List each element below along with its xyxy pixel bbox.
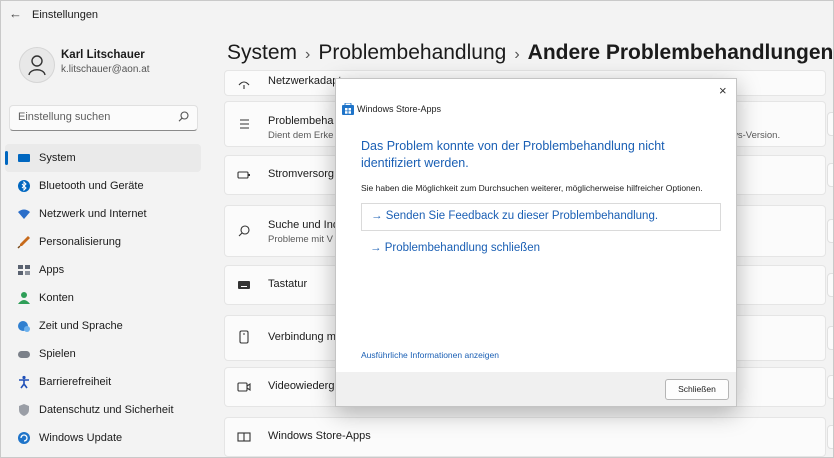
- troubleshooter-dialog: × Windows Store-Apps Das Problem konnte …: [335, 78, 737, 407]
- store-apps-icon: [237, 432, 251, 442]
- sidebar-item-label: Datenschutz und Sicherheit: [39, 404, 174, 416]
- card-title: Videowiederg: [268, 380, 335, 392]
- breadcrumb: System › Problembehandlung › Andere Problemb…: [227, 41, 833, 65]
- page-title: Andere Problembehandlungen: [527, 41, 834, 64]
- card-subtitle: Dient dem Erke: [268, 130, 334, 141]
- card-title: Suche und Ind: [268, 219, 339, 231]
- card-title: Verbindung m: [268, 331, 336, 343]
- dialog-close-button[interactable]: ×: [719, 83, 727, 98]
- keyboard-icon: [238, 281, 250, 289]
- settings-window: ← Einstellungen Karl Litschauer k.litsch…: [0, 0, 834, 458]
- close-button[interactable]: Schließen: [665, 379, 729, 400]
- sidebar-item-system[interactable]: System: [5, 144, 201, 172]
- sidebar-item-privacy[interactable]: Datenschutz und Sicherheit: [5, 396, 201, 424]
- run-button[interactable]: [827, 425, 833, 449]
- dialog-subtext: Sie haben die Möglichkeit zum Durchsuche…: [361, 183, 703, 193]
- close-troubleshooter-link[interactable]: → Problembehandlung schließen: [370, 242, 540, 254]
- run-button[interactable]: [827, 273, 833, 297]
- dialog-heading: Das Problem konnte von der Problembehand…: [361, 139, 665, 170]
- program-compat-icon: [240, 119, 249, 129]
- sidebar-item-gaming[interactable]: Spielen: [5, 340, 201, 368]
- gamepad-icon: [18, 351, 30, 358]
- bluetooth-icon: [18, 180, 30, 192]
- card-title: Tastatur: [268, 278, 308, 290]
- search-box[interactable]: Einstellung suchen: [9, 105, 198, 131]
- search-input[interactable]: Einstellung suchen: [18, 111, 110, 123]
- user-email: k.litschauer@aon.at: [61, 64, 150, 75]
- back-button[interactable]: ←: [9, 6, 22, 21]
- run-button[interactable]: [827, 112, 833, 136]
- shield-icon: [19, 404, 29, 416]
- sidebar-item-label: Spielen: [39, 348, 76, 360]
- breadcrumb-troubleshoot[interactable]: Problembehandlung: [318, 41, 506, 64]
- sidebar-item-label: Zeit und Sprache: [39, 320, 123, 332]
- network-adapter-icon: [238, 81, 250, 89]
- store-app-icon: [342, 103, 354, 115]
- run-button[interactable]: [827, 163, 833, 187]
- card-subtitle: Probleme mit V: [268, 234, 333, 245]
- sidebar-item-label: Barrierefreiheit: [39, 376, 112, 388]
- sidebar-item-apps[interactable]: Apps: [5, 256, 201, 284]
- sidebar-item-network[interactable]: Netzwerk und Internet: [5, 200, 201, 228]
- search-icon: [178, 111, 189, 122]
- card-title: Windows Store-Apps: [268, 430, 371, 442]
- run-button[interactable]: [827, 219, 833, 243]
- send-feedback-label: → Senden Sie Feedback zu dieser Problemb…: [371, 210, 659, 222]
- person-icon: [28, 55, 46, 76]
- brush-icon: [17, 236, 30, 249]
- battery-icon: [237, 171, 250, 179]
- card-title: Problembeha: [268, 115, 334, 127]
- sidebar-item-time-language[interactable]: Zeit und Sprache: [5, 312, 201, 340]
- wifi-icon: [18, 209, 30, 219]
- troubleshooter-card-store-apps[interactable]: Windows Store-Apps: [224, 417, 826, 457]
- update-icon: [18, 432, 30, 444]
- sidebar-item-label: Konten: [39, 292, 74, 304]
- breadcrumb-separator: ›: [305, 46, 311, 63]
- sidebar-item-label: Apps: [39, 264, 65, 276]
- title-bar: ← Einstellungen: [1, 1, 833, 29]
- avatar[interactable]: [19, 47, 55, 83]
- video-icon: [237, 382, 251, 392]
- sidebar-item-label: Windows Update: [39, 432, 123, 444]
- sidebar-item-label: Netzwerk und Internet: [39, 208, 147, 220]
- globe-clock-icon: [18, 321, 30, 332]
- sidebar-nav: System Bluetooth und Geräte Netzwerk und…: [1, 144, 206, 452]
- search-icon: [238, 225, 250, 237]
- sidebar-item-label: Personalisierung: [39, 236, 121, 248]
- phone-icon: [239, 330, 249, 344]
- accessibility-icon: [19, 375, 29, 389]
- card-title: Stromversorg: [268, 168, 335, 180]
- breadcrumb-system[interactable]: System: [227, 41, 297, 64]
- sidebar-item-label: Bluetooth und Geräte: [39, 180, 144, 192]
- sidebar-item-accessibility[interactable]: Barrierefreiheit: [5, 368, 201, 396]
- sidebar-item-personalization[interactable]: Personalisierung: [5, 228, 201, 256]
- apps-icon: [18, 265, 30, 275]
- card-description-tail: ws-Version.: [731, 130, 781, 141]
- user-name: Karl Litschauer: [61, 49, 145, 61]
- details-link[interactable]: Ausführliche Informationen anzeigen: [361, 350, 499, 360]
- send-feedback-link[interactable]: → Senden Sie Feedback zu dieser Problemb…: [361, 203, 721, 231]
- run-button[interactable]: [827, 375, 833, 399]
- person-icon: [18, 292, 30, 304]
- sidebar-item-label: System: [39, 152, 76, 164]
- breadcrumb-separator: ›: [514, 46, 520, 63]
- dialog-title: Windows Store-Apps: [357, 104, 442, 114]
- sidebar-item-bluetooth[interactable]: Bluetooth und Geräte: [5, 172, 201, 200]
- window-title: Einstellungen: [32, 9, 99, 21]
- system-icon: [18, 154, 30, 162]
- sidebar-item-accounts[interactable]: Konten: [5, 284, 201, 312]
- run-button[interactable]: [827, 326, 833, 350]
- sidebar-item-windows-update[interactable]: Windows Update: [5, 424, 201, 452]
